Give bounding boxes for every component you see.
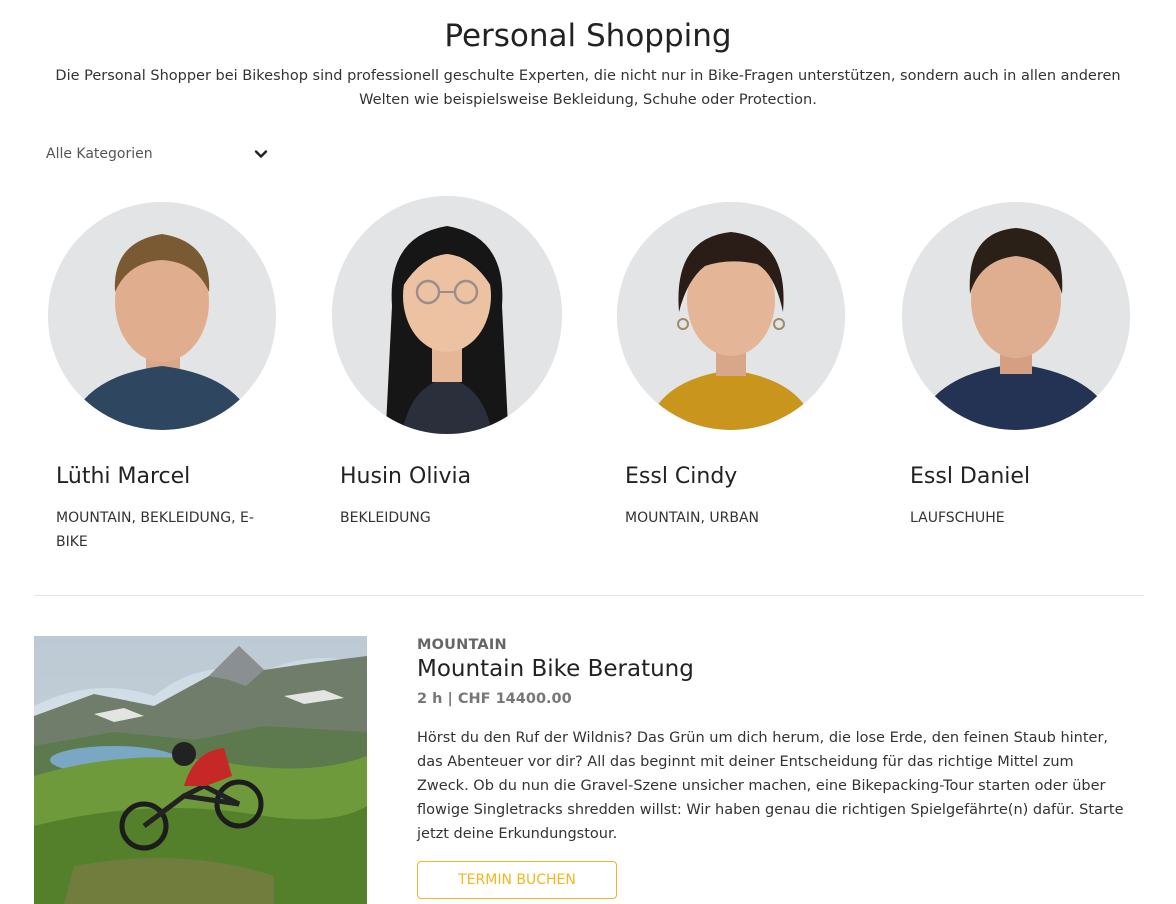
shopper-name: Lüthi Marcel [56, 464, 191, 489]
shopper-name: Essl Daniel [910, 464, 1031, 489]
shopper-name: Essl Cindy [625, 464, 738, 489]
section-divider [34, 595, 1144, 596]
book-appointment-button[interactable]: TERMIN BUCHEN [417, 861, 617, 899]
service-title: Mountain Bike Beratung [417, 656, 694, 682]
chevron-down-icon [254, 150, 268, 158]
service-duration-price: 2 h | CHF 14400.00 [417, 691, 572, 707]
shopper-name: Husin Olivia [340, 464, 472, 489]
shopper-tags: BEKLEIDUNG [340, 510, 431, 526]
shopper-tags: MOUNTAIN, BEKLEIDUNG, E-BIKE [56, 510, 254, 550]
service-image [34, 636, 367, 904]
shopper-card-husin-olivia[interactable]: Husin Olivia BEKLEIDUNG [332, 196, 572, 526]
service-category: MOUNTAIN [417, 637, 507, 653]
avatar [617, 202, 845, 430]
shopper-card-luethi-marcel[interactable]: Lüthi Marcel MOUNTAIN, BEKLEIDUNG, E-BIK… [48, 196, 288, 550]
service-description: Hörst du den Ruf der Wildnis? Das Grün u… [417, 730, 1124, 842]
page-title: Personal Shopping [444, 18, 732, 54]
avatar [332, 196, 562, 434]
shopper-tags: MOUNTAIN, URBAN [625, 510, 759, 526]
avatar [902, 202, 1130, 430]
category-filter-value: Alle Kategorien [46, 146, 153, 162]
category-filter-select[interactable]: Alle Kategorien [46, 140, 268, 168]
shopper-card-essl-daniel[interactable]: Essl Daniel LAUFSCHUHE [902, 196, 1142, 526]
page-intro: Die Personal Shopper bei Bikeshop sind p… [55, 68, 1121, 108]
shopper-tags: LAUFSCHUHE [910, 510, 1005, 526]
avatar [48, 202, 276, 430]
shopper-card-essl-cindy[interactable]: Essl Cindy MOUNTAIN, URBAN [617, 196, 857, 526]
